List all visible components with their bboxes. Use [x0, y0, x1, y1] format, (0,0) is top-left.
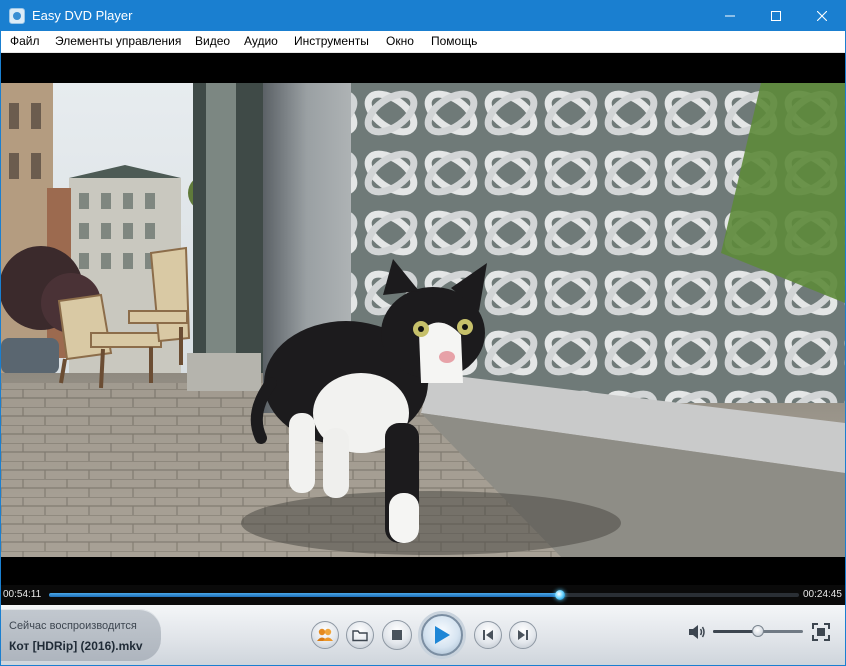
mute-button[interactable]: [687, 623, 707, 641]
app-window: Easy DVD Player Файл Элементы управления…: [0, 0, 846, 666]
control-bar: Сейчас воспроизводится Кот [HDRip] (2016…: [1, 605, 845, 665]
volume-slider[interactable]: [713, 625, 803, 637]
next-button[interactable]: [509, 621, 537, 649]
speaker-icon: [689, 625, 705, 639]
previous-icon: [483, 630, 493, 640]
users-icon: [317, 628, 333, 641]
menu-window[interactable]: Окно: [386, 34, 414, 48]
app-icon: [9, 8, 25, 24]
minimize-button[interactable]: [707, 1, 753, 31]
seek-area: 00:54:11 00:24:45: [1, 585, 845, 605]
menu-help[interactable]: Помощь: [431, 34, 477, 48]
play-icon: [435, 626, 450, 644]
stop-button[interactable]: [382, 620, 412, 650]
volume-handle[interactable]: [752, 625, 764, 637]
menu-file[interactable]: Файл: [10, 34, 40, 48]
minimize-icon: [725, 15, 735, 17]
remaining-time: 00:24:45: [803, 589, 842, 600]
video-frame[interactable]: [1, 83, 845, 557]
now-playing-file: Кот [HDRip] (2016).mkv: [9, 639, 143, 653]
menu-bar: Файл Элементы управления Видео Аудио Инс…: [1, 31, 845, 53]
title-bar[interactable]: Easy DVD Player: [1, 1, 845, 31]
stop-icon: [392, 630, 402, 640]
elapsed-time: 00:54:11: [3, 589, 42, 600]
seek-progress: [49, 593, 561, 597]
fullscreen-button[interactable]: [812, 623, 830, 641]
menu-tools[interactable]: Инструменты: [294, 34, 369, 48]
now-playing-label: Сейчас воспроизводится: [9, 620, 137, 632]
seek-handle[interactable]: [555, 590, 566, 600]
window-title: Easy DVD Player: [32, 8, 133, 23]
previous-button[interactable]: [474, 621, 502, 649]
menu-controls[interactable]: Элементы управления: [55, 34, 181, 48]
maximize-icon: [771, 11, 781, 21]
next-icon: [518, 630, 528, 640]
seek-bar[interactable]: [49, 590, 799, 600]
menu-video[interactable]: Видео: [195, 34, 230, 48]
fullscreen-icon: [812, 623, 830, 641]
video-area[interactable]: [1, 53, 845, 585]
menu-audio[interactable]: Аудио: [244, 34, 278, 48]
now-playing-panel: Сейчас воспроизводится Кот [HDRip] (2016…: [1, 609, 161, 661]
folder-icon: [352, 630, 368, 642]
close-icon: [817, 11, 827, 21]
video-picture: [1, 83, 845, 557]
users-button[interactable]: [311, 621, 339, 649]
play-button[interactable]: [421, 614, 463, 656]
maximize-button[interactable]: [753, 1, 799, 31]
close-button[interactable]: [799, 1, 845, 31]
open-folder-button[interactable]: [346, 621, 374, 649]
